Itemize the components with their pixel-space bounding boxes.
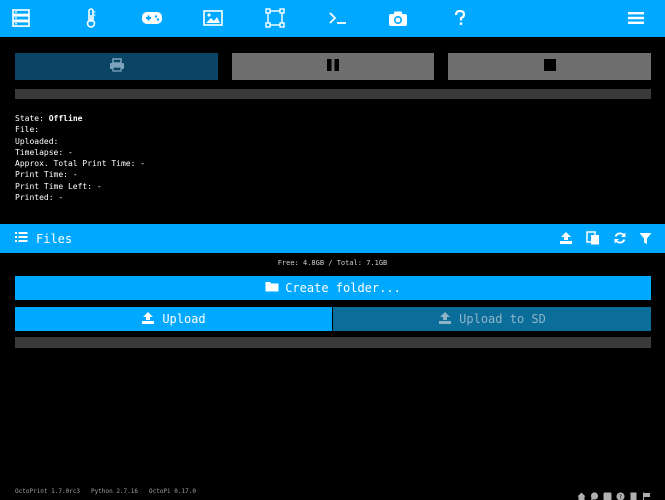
- timelapse-row: Timelapse: -: [15, 147, 145, 158]
- upload-to-sd-button[interactable]: Upload to SD: [333, 307, 651, 331]
- files-title-text: Files: [36, 231, 73, 246]
- upload-icon[interactable]: [558, 230, 574, 246]
- approx-time-row: Approx. Total Print Time: -: [15, 158, 145, 169]
- printed-row: Printed: -: [15, 192, 145, 203]
- upload-sd-icon: [438, 311, 452, 328]
- upload-label: Upload: [162, 312, 206, 326]
- pause-icon: [326, 57, 340, 76]
- create-folder-label: Create folder...: [285, 281, 401, 295]
- uploaded-row: Uploaded:: [15, 136, 145, 147]
- wiki-icon[interactable]: [603, 486, 612, 500]
- octoprint-version: OctoPrint 1.7.0rc3: [15, 488, 81, 495]
- file-row: File:: [15, 124, 145, 135]
- upload-to-sd-label: Upload to SD: [459, 312, 546, 326]
- create-folder-button[interactable]: Create folder...: [15, 276, 651, 300]
- help-icon[interactable]: ?: [616, 486, 625, 500]
- hamburger-menu-icon[interactable]: [625, 7, 647, 29]
- uploaded-label: Uploaded:: [15, 136, 59, 146]
- control-tab-gamepad-icon[interactable]: [141, 7, 163, 29]
- filter-icon[interactable]: [637, 230, 653, 246]
- print-time-value: -: [72, 170, 78, 180]
- timelapse-label: Timelapse:: [15, 147, 64, 157]
- approx-time-value: -: [140, 159, 146, 169]
- timelapse-tab-image-icon[interactable]: [202, 7, 224, 29]
- gcode-viewer-tab-vector-icon[interactable]: [264, 7, 286, 29]
- temperature-tab-thermometer-icon[interactable]: [80, 7, 102, 29]
- print-icon: [109, 57, 125, 76]
- print-controls: [15, 53, 651, 80]
- print-time-row: Print Time: -: [15, 169, 145, 180]
- pause-button[interactable]: [232, 53, 434, 80]
- book-icon[interactable]: [629, 486, 638, 500]
- state-value: Offline: [48, 114, 83, 123]
- upload-progress-bar: [15, 337, 651, 348]
- files-header: Files: [0, 224, 665, 253]
- print-progress-bar: [15, 89, 651, 99]
- refresh-icon[interactable]: [612, 230, 628, 246]
- print-time-left-value: -: [96, 181, 102, 191]
- printed-value: -: [58, 193, 64, 203]
- timelapse-value: -: [68, 147, 73, 157]
- python-version: Python 2.7.16: [91, 488, 138, 495]
- about-tab-question-icon[interactable]: [449, 7, 471, 29]
- state-row: State: Offline: [15, 113, 145, 124]
- folder-icon: [265, 281, 279, 295]
- stop-icon: [543, 57, 557, 76]
- printed-label: Printed:: [15, 193, 54, 203]
- print-time-left-label: Print Time Left:: [15, 181, 93, 191]
- print-time-label: Print Time:: [15, 170, 68, 180]
- print-button[interactable]: [15, 53, 218, 80]
- top-nav-bar: [0, 0, 665, 37]
- state-tab-server-icon[interactable]: [10, 7, 32, 29]
- chat-icon[interactable]: [590, 486, 599, 500]
- state-panel: State: Offline File: Uploaded: Timelapse…: [15, 113, 145, 203]
- upload-buttons: Upload Upload to SD: [15, 307, 651, 331]
- cancel-button[interactable]: [448, 53, 651, 80]
- flag-icon[interactable]: [642, 486, 651, 500]
- sd-card-icon[interactable]: [585, 230, 601, 246]
- webcam-tab-camera-icon[interactable]: [387, 7, 409, 29]
- svg-text:?: ?: [619, 494, 622, 500]
- free-space-text: Free: 4.8GB / Total: 7.1GB: [277, 259, 388, 267]
- upload-button[interactable]: Upload: [15, 307, 332, 331]
- footer-versions: OctoPrint 1.7.0rc3 Python 2.7.16 OctoPi …: [15, 488, 196, 495]
- octopi-version: OctoPi 0.17.0: [149, 488, 196, 495]
- files-title: Files: [15, 231, 72, 246]
- approx-time-label: Approx. Total Print Time:: [15, 159, 136, 169]
- terminal-tab-prompt-icon[interactable]: [327, 7, 349, 29]
- upload-icon: [141, 311, 155, 328]
- file-label: File:: [15, 125, 40, 135]
- state-label: State:: [15, 114, 44, 123]
- home-icon[interactable]: [577, 486, 586, 500]
- list-icon: [15, 231, 28, 246]
- print-time-left-row: Print Time Left: -: [15, 181, 145, 192]
- footer-links: ?: [577, 486, 651, 500]
